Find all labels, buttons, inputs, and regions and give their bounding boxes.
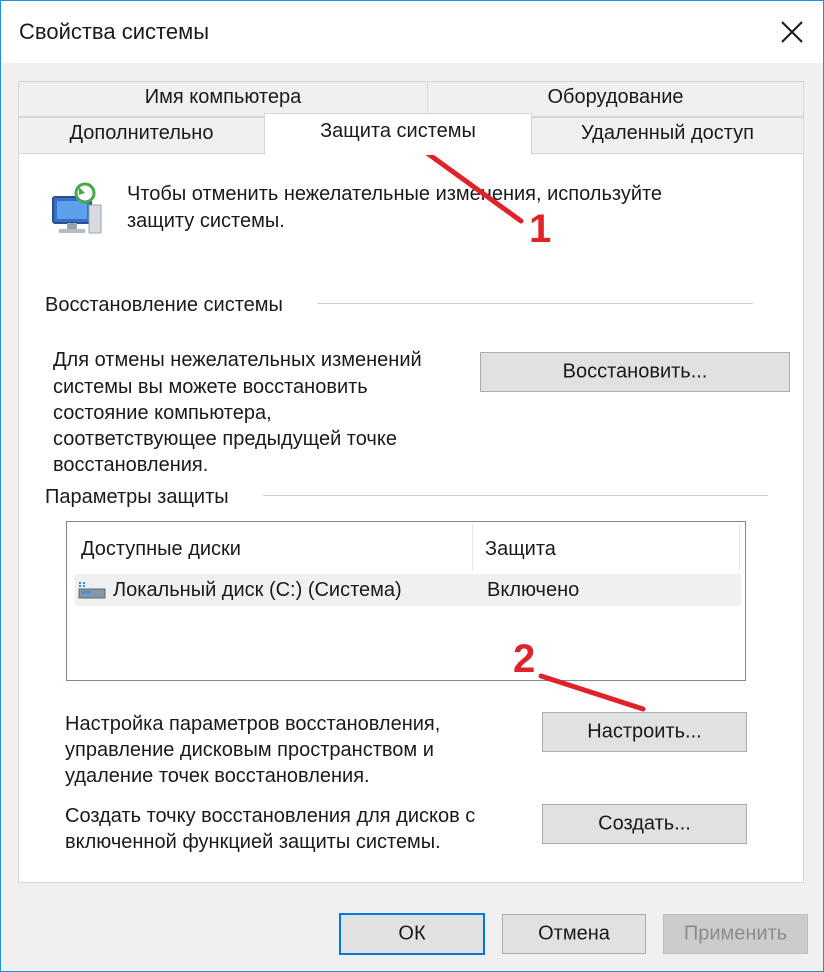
- apply-button-label: Применить: [683, 922, 788, 945]
- restore-description-line: восстановления.: [53, 454, 209, 476]
- table-row[interactable]: Локальный диск (C:) (Система) Включено: [75, 574, 741, 606]
- restore-button-label: Восстановить...: [562, 360, 708, 383]
- tab-advanced[interactable]: Дополнительно: [18, 117, 265, 154]
- tab-remote[interactable]: Удаленный доступ: [531, 117, 804, 154]
- tab-system-protection[interactable]: Защита системы: [264, 113, 532, 155]
- cancel-button[interactable]: Отмена: [502, 914, 646, 954]
- configure-description-line: Настройка параметров восстановления,: [65, 713, 441, 735]
- tab-hardware[interactable]: Оборудование: [427, 81, 804, 117]
- drive-name: Локальный диск (C:) (Система): [113, 579, 402, 601]
- restore-description-line: состояние компьютера,: [53, 402, 272, 424]
- protection-section-header: Параметры защиты: [45, 486, 229, 508]
- window-title: Свойства системы: [19, 19, 210, 44]
- ok-button[interactable]: ОК: [339, 913, 485, 955]
- create-description-line: Создать точку восстановления для дисков …: [65, 805, 476, 827]
- tab-label: Имя компьютера: [144, 86, 302, 108]
- tab-label: Защита системы: [320, 120, 476, 142]
- restore-description-line: соответствующее предыдущей точке: [53, 428, 397, 450]
- close-button[interactable]: [761, 1, 823, 63]
- tab-label: Дополнительно: [69, 122, 214, 144]
- apply-button[interactable]: Применить: [663, 914, 808, 954]
- divider: [317, 303, 753, 304]
- drives-list[interactable]: Доступные диски Защита Локальный диск (C…: [66, 521, 746, 681]
- system-properties-window: Свойства системы Имя компьютера Оборудов…: [0, 0, 824, 972]
- annotation-label-2: 2: [513, 637, 536, 681]
- cancel-button-label: Отмена: [538, 922, 610, 945]
- column-header-protection[interactable]: Защита: [485, 536, 556, 563]
- restore-button[interactable]: Восстановить...: [480, 352, 790, 392]
- create-description-line: включенной функцией защиты системы.: [65, 831, 441, 853]
- title-bar: Свойства системы: [1, 1, 823, 63]
- restore-description-line: Для отмены нежелательных изменений: [53, 349, 422, 371]
- system-protection-icon: [45, 181, 105, 241]
- configure-button[interactable]: Настроить...: [542, 712, 747, 752]
- column-separator: [472, 524, 473, 570]
- intro-text-line2: защиту системы.: [127, 210, 285, 232]
- restore-section-header: Восстановление системы: [45, 294, 283, 316]
- create-button[interactable]: Создать...: [542, 804, 747, 844]
- intro-text-line1: Чтобы отменить нежелательные изменения, …: [127, 183, 663, 205]
- tab-label: Оборудование: [547, 86, 684, 108]
- column-header-drives[interactable]: Доступные диски: [81, 536, 241, 563]
- configure-button-label: Настроить...: [587, 720, 702, 743]
- drive-protection-status: Включено: [487, 579, 580, 601]
- column-separator: [739, 524, 740, 570]
- create-button-label: Создать...: [598, 812, 691, 835]
- tab-label: Удаленный доступ: [581, 122, 754, 144]
- close-icon: [781, 21, 803, 43]
- configure-description-line: управление дисковым пространством и: [65, 739, 434, 761]
- restore-description-line: системы вы можете восстановить: [53, 376, 368, 398]
- configure-description-line: удаление точек восстановления.: [65, 765, 370, 787]
- annotation-label-1: 1: [529, 207, 552, 251]
- ok-button-label: ОК: [398, 922, 426, 945]
- divider: [263, 495, 768, 496]
- tab-computer-name[interactable]: Имя компьютера: [18, 81, 428, 117]
- local-disk-icon: [77, 580, 107, 600]
